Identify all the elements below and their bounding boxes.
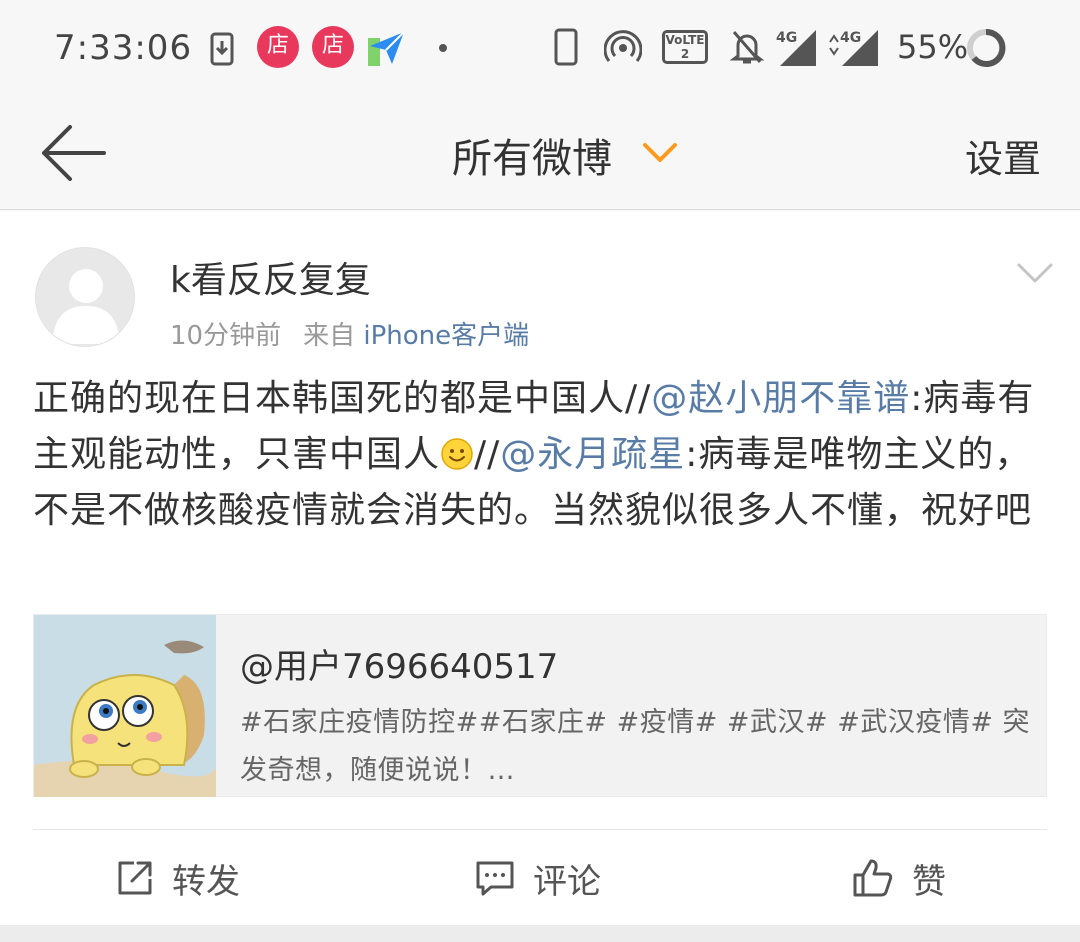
post-card: k看反反复复 10分钟前 来自 iPhone客户端 正确的现在日本韩国死的都是中国… <box>0 211 1080 925</box>
post-text-segment: 正确的现在日本韩国死的都是中国人// <box>33 378 652 419</box>
repost-thumbnail[interactable] <box>34 615 216 797</box>
feed-gap <box>0 925 1080 942</box>
mention-link[interactable]: @永月疏星 <box>500 434 685 475</box>
username[interactable]: k看反反复复 <box>170 251 371 303</box>
repost-icon <box>118 861 152 895</box>
mention-link[interactable]: @赵小朋不靠谱 <box>651 378 910 419</box>
post-meta: 10分钟前 来自 iPhone客户端 <box>170 315 529 352</box>
post-text: 正确的现在日本韩国死的都是中国人//@赵小朋不靠谱:病毒有主观能动性，只害中国人… <box>33 371 1048 539</box>
comment-icon <box>476 861 514 896</box>
status-time: 7:33:06 <box>54 28 193 68</box>
spongebob-image <box>34 615 216 797</box>
status-bar: 7:33:06 店 店 VoLTE 2 4G 4G 55% <box>0 0 1080 98</box>
back-arrow-icon[interactable] <box>38 122 108 184</box>
smile-emoji-icon <box>441 438 473 470</box>
phone-icon <box>554 28 578 66</box>
source-prefix: 来自 <box>303 321 356 351</box>
chevron-down-icon[interactable] <box>642 140 678 166</box>
repost-button[interactable]: 转发 <box>116 853 240 903</box>
signal-icon: 4G <box>776 30 816 66</box>
settings-button[interactable]: 设置 <box>965 128 1041 183</box>
battery-percent: 55% <box>897 28 969 66</box>
repost-label: 转发 <box>172 861 240 902</box>
store-notification-icon: 店 <box>257 26 299 68</box>
repost-text: #石家庄疫情防控##石家庄# #疫情# #武汉# #武汉疫情# 突发奇想，随便说… <box>240 707 1031 786</box>
svg-text:4G: 4G <box>840 30 861 46</box>
like-button[interactable]: 赞 <box>852 853 946 903</box>
battery-icon <box>967 28 1006 67</box>
svg-text:4G: 4G <box>776 30 797 46</box>
send-icon <box>368 31 405 66</box>
default-avatar-icon <box>52 269 120 344</box>
like-label: 赞 <box>912 861 946 902</box>
chevron-down-icon[interactable] <box>1016 261 1054 285</box>
avatar[interactable] <box>35 247 135 347</box>
repost-username[interactable]: @用户7696640517 <box>240 639 558 688</box>
nav-bar: 所有微博 设置 <box>0 98 1080 210</box>
thumbs-up-icon <box>853 859 893 897</box>
volte-icon: VoLTE 2 <box>662 30 708 64</box>
store-notification-icon: 店 <box>312 26 354 68</box>
comment-button[interactable]: 评论 <box>475 853 601 903</box>
signal-icon: 4G <box>829 30 878 66</box>
post-time: 10分钟前 <box>170 321 282 351</box>
download-icon <box>210 32 234 66</box>
dot-icon <box>439 44 447 52</box>
page-title[interactable]: 所有微博 <box>452 126 612 184</box>
hotspot-icon <box>604 30 642 62</box>
mute-icon <box>730 31 764 64</box>
post-text-segment: // <box>474 434 501 475</box>
divider <box>33 829 1047 830</box>
comment-label: 评论 <box>533 861 601 902</box>
repost-box[interactable]: @用户7696640517 #石家庄疫情防控##石家庄# #疫情# #武汉# #… <box>33 614 1047 797</box>
post-source[interactable]: iPhone客户端 <box>363 321 529 351</box>
